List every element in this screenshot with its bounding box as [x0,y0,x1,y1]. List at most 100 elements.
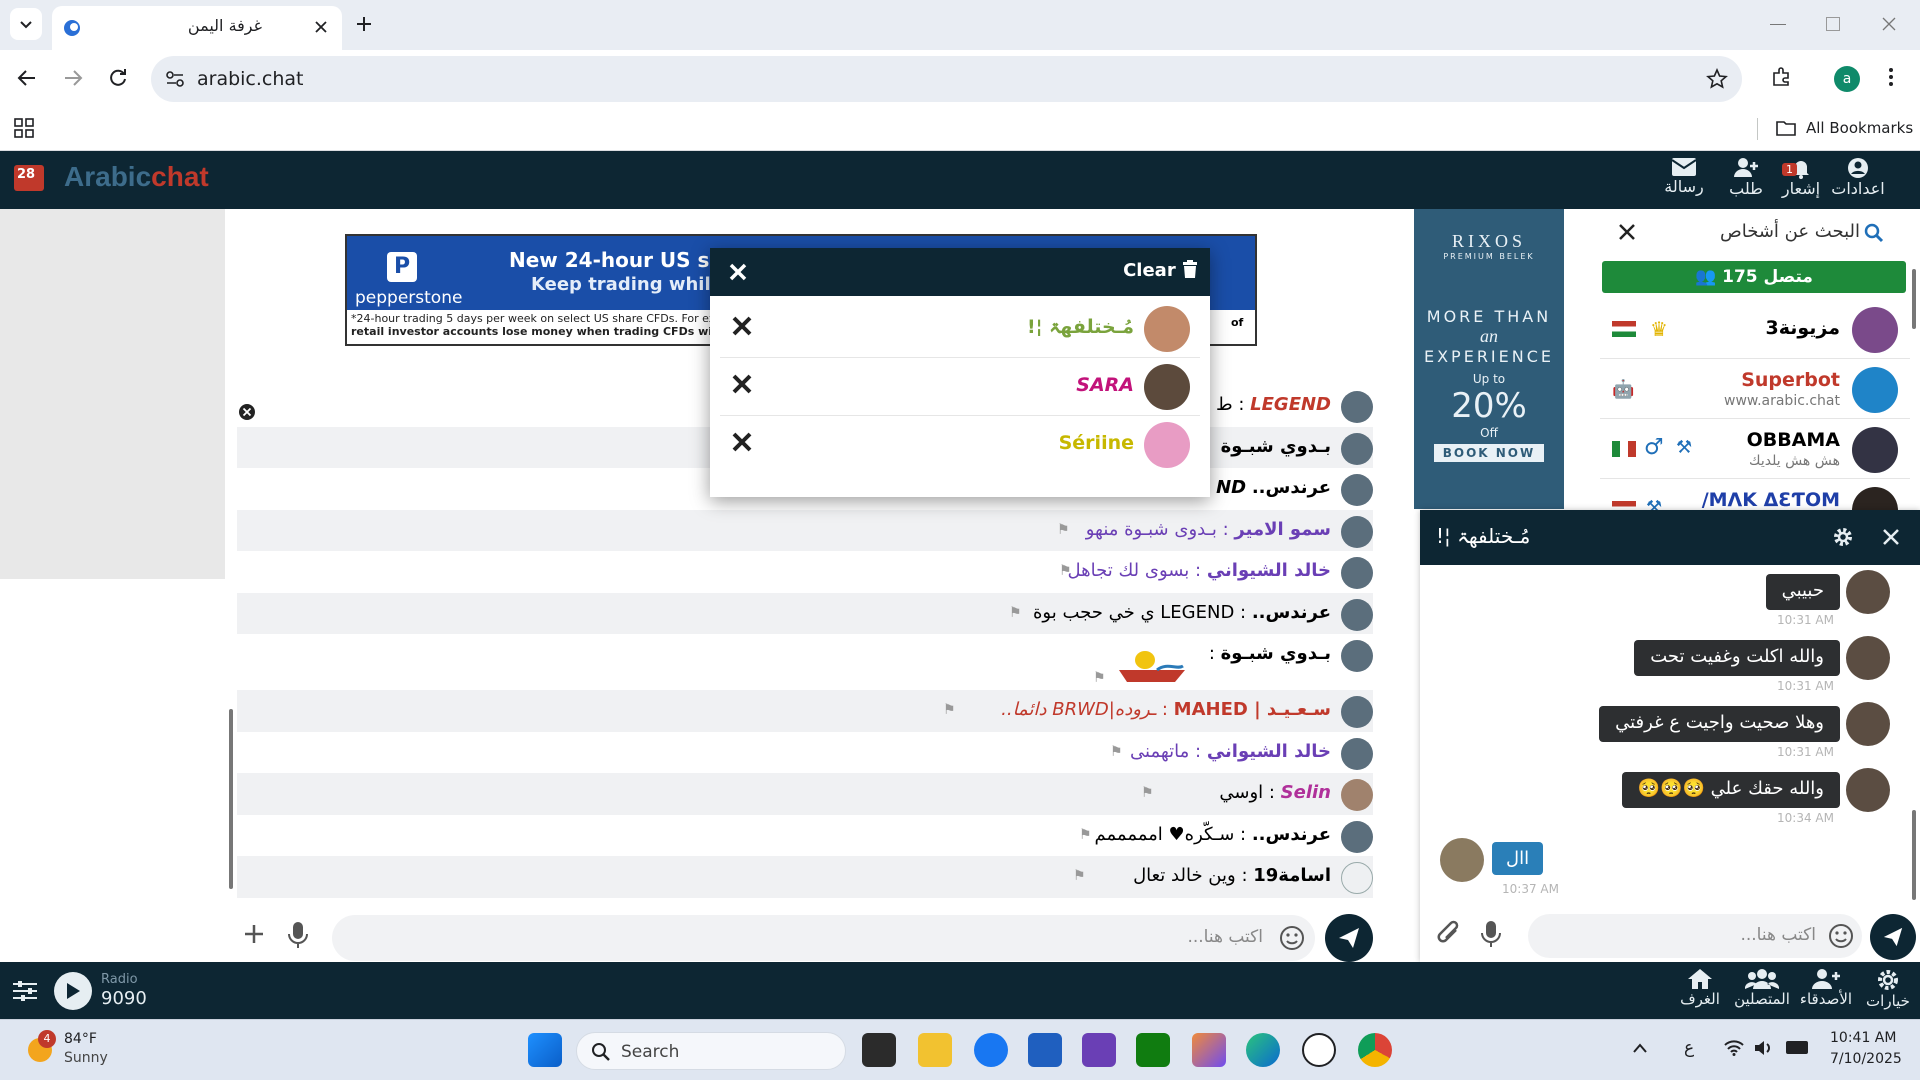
send-button[interactable] [1325,914,1373,962]
close-panel-icon[interactable] [1618,223,1636,241]
taskbar-search[interactable]: Search [576,1032,846,1070]
nav-settings[interactable]: اعدادات [1828,157,1888,198]
task-view-icon[interactable] [862,1033,896,1067]
reload-icon[interactable] [107,67,129,89]
new-tab-icon[interactable] [355,15,373,33]
user-row[interactable]: OBBAMA هش هش يلديك ♂ ⚒ [1600,419,1910,479]
search-people-label[interactable]: البحث عن أشخاص [1720,221,1860,242]
user-avatar[interactable] [1341,779,1373,811]
window-close-icon[interactable] [1881,16,1897,32]
clock-date[interactable]: 7/10/2025 [1830,1051,1902,1067]
site-info-icon[interactable] [165,70,185,88]
user-avatar[interactable] [1341,737,1373,770]
private-emoji-icon[interactable] [1828,923,1854,949]
partner-avatar[interactable] [1846,636,1890,680]
back-icon[interactable] [16,67,38,89]
menu-badge[interactable]: 28 [14,165,44,191]
user-avatar[interactable] [1341,432,1373,465]
footer-friends[interactable]: الأصدقاء [1796,968,1856,1008]
add-icon[interactable] [243,923,265,945]
footer-online[interactable]: المتصلين [1732,968,1792,1008]
bookmark-star-icon[interactable] [1706,68,1728,90]
gear-icon[interactable] [1832,526,1854,548]
nav-requests[interactable]: طلب [1716,157,1776,198]
remove-ignored-icon[interactable] [730,372,760,402]
footer-options[interactable]: خيارات [1858,968,1918,1010]
tab-close-icon[interactable] [314,20,328,34]
site-logo[interactable]: Arabicchat [64,161,209,193]
xbox-icon[interactable] [1136,1033,1170,1067]
facebook-icon[interactable] [974,1033,1008,1067]
copilot-icon[interactable] [1192,1033,1226,1067]
user-row[interactable]: Superbot www.arabic.chat 🤖 [1600,359,1910,419]
tab-list-button[interactable] [10,8,42,40]
chatgpt-icon[interactable] [1302,1033,1336,1067]
menu-icon[interactable] [1888,66,1894,88]
edge-icon[interactable] [1246,1033,1280,1067]
report-flag-icon[interactable]: ⚑ [1059,563,1072,579]
start-icon[interactable] [528,1033,562,1067]
footer-rooms[interactable]: الغرف [1670,968,1730,1008]
user-avatar[interactable] [1341,391,1373,423]
report-flag-icon[interactable]: ⚑ [1009,605,1022,621]
apps-grid-icon[interactable] [14,118,34,138]
partner-avatar[interactable] [1846,768,1890,812]
modal-close-icon[interactable] [728,262,748,282]
side-ad[interactable]: RIXOS PREMIUM BELEK MORE THAN an EXPERIE… [1414,209,1564,509]
private-chat-header[interactable]: مُـختلفهۃ ¦! [1420,510,1920,565]
close-private-chat-icon[interactable] [1882,528,1900,546]
user-avatar[interactable] [1341,862,1373,894]
user-list-scrollbar[interactable] [1912,269,1916,329]
browser-tab[interactable]: غرفة اليمن [52,6,342,50]
microphone-icon[interactable] [287,921,309,949]
report-flag-icon[interactable]: ⚑ [1110,744,1123,760]
user-avatar[interactable] [1341,820,1373,853]
tray-chevron-icon[interactable] [1632,1042,1648,1054]
online-count-bar[interactable]: 👥 175 متصل [1602,261,1906,293]
remove-ignored-icon[interactable] [730,314,760,344]
partner-avatar[interactable] [1846,570,1890,614]
clear-button[interactable]: Clear [1123,260,1198,281]
remove-ignored-icon[interactable] [730,430,760,460]
private-microphone-icon[interactable] [1480,920,1502,948]
chrome-icon[interactable] [1358,1033,1392,1067]
wifi-icon[interactable] [1724,1040,1744,1056]
user-row[interactable]: مزيونة3 ♛ [1600,299,1910,359]
side-ad-cta[interactable]: BOOK NOW [1434,444,1544,462]
restore-icon[interactable] [1826,17,1840,31]
user-avatar[interactable] [1341,557,1373,589]
report-flag-icon[interactable]: ⚑ [1141,785,1154,801]
omnibox[interactable]: arabic.chat [151,56,1742,102]
weather-widget[interactable]: 4 84°F Sunny [24,1030,144,1070]
attachment-icon[interactable] [1436,920,1462,948]
private-chat-scrollbar[interactable] [1912,810,1916,900]
battery-icon[interactable] [1786,1041,1808,1054]
nav-notifications[interactable]: 1 إشعار [1776,157,1826,198]
report-flag-icon[interactable]: ⚑ [1079,827,1092,843]
user-avatar[interactable] [1341,598,1373,631]
main-message-input[interactable]: اكتب هنا... [332,915,1315,961]
report-flag-icon[interactable]: ⚑ [943,702,956,718]
user-avatar[interactable] [1341,515,1373,548]
chat-scrollbar[interactable] [229,709,233,889]
report-flag-icon[interactable]: ⚑ [1093,670,1106,686]
clock-time[interactable]: 10:41 AM [1830,1030,1896,1046]
partner-avatar[interactable] [1846,702,1890,746]
extensions-icon[interactable] [1770,66,1792,88]
minimize-icon[interactable] [1770,24,1786,25]
file-explorer-icon[interactable] [918,1033,952,1067]
private-message-input[interactable]: اكتب هنا... [1528,914,1862,958]
store-icon[interactable] [1028,1033,1062,1067]
input-language[interactable]: ع [1684,1038,1694,1058]
report-flag-icon[interactable]: ⚑ [1073,868,1086,884]
volume-icon[interactable] [1754,1040,1774,1056]
private-send-button[interactable] [1870,914,1916,960]
profile-avatar[interactable]: a [1834,66,1860,92]
radio-play-button[interactable] [54,972,92,1010]
report-flag-icon[interactable]: ⚑ [1057,522,1070,538]
user-avatar[interactable] [1341,696,1373,728]
my-avatar[interactable] [1440,838,1484,882]
forward-icon[interactable] [62,67,84,89]
sliders-icon[interactable] [12,980,38,1002]
emoji-icon[interactable] [1279,925,1305,951]
